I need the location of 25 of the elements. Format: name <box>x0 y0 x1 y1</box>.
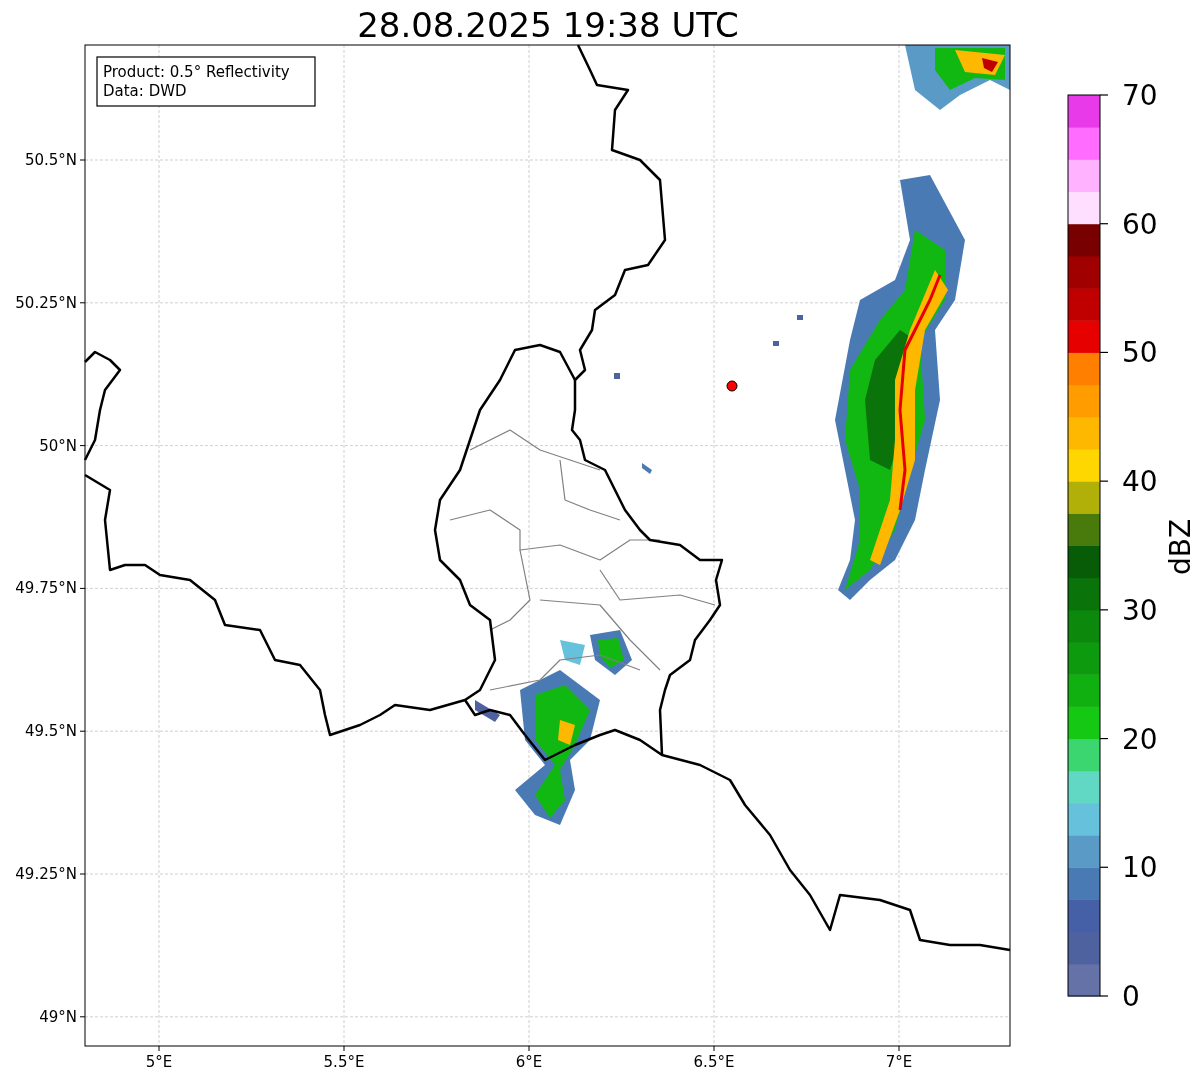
legend-text: Data: DWD <box>103 82 187 100</box>
y-tick-label: 49.5°N <box>24 722 77 741</box>
colorbar-tick-label: 50 <box>1122 336 1158 370</box>
colorbar-tick-label: 40 <box>1122 465 1158 499</box>
colorbar-tick-label: 70 <box>1122 79 1158 112</box>
x-tick-label: 6°E <box>515 1053 543 1071</box>
legend-text: Product: 0.5° Reflectivity <box>103 63 290 81</box>
x-tick-label: 5.5°E <box>323 1053 365 1071</box>
colorbar-tick-label: 0 <box>1122 980 1140 1013</box>
y-tick-label: 49.25°N <box>15 865 77 883</box>
x-tick-label: 6.5°E <box>693 1053 735 1071</box>
x-tick-label: 7°E <box>885 1053 913 1071</box>
y-tick-label: 50.25°N <box>15 293 77 312</box>
y-tick-label: 50°N <box>39 436 77 455</box>
figure-title: 28.08.2025 19:38 UTC <box>357 5 739 45</box>
x-tick-label: 5°E <box>145 1053 173 1071</box>
y-tick-label: 50.5°N <box>24 151 77 169</box>
colorbar-tick-label: 60 <box>1122 207 1158 241</box>
colorbar-tick-label: 10 <box>1122 851 1158 885</box>
colorbar-tick-label: 30 <box>1122 593 1158 627</box>
y-tick-label: 49°N <box>39 1007 77 1026</box>
y-tick-label: 49.75°N <box>15 579 77 598</box>
colorbar-tick-label: 20 <box>1122 722 1158 756</box>
location-marker <box>726 380 738 392</box>
colorbar-label: dBZ <box>1164 518 1197 576</box>
